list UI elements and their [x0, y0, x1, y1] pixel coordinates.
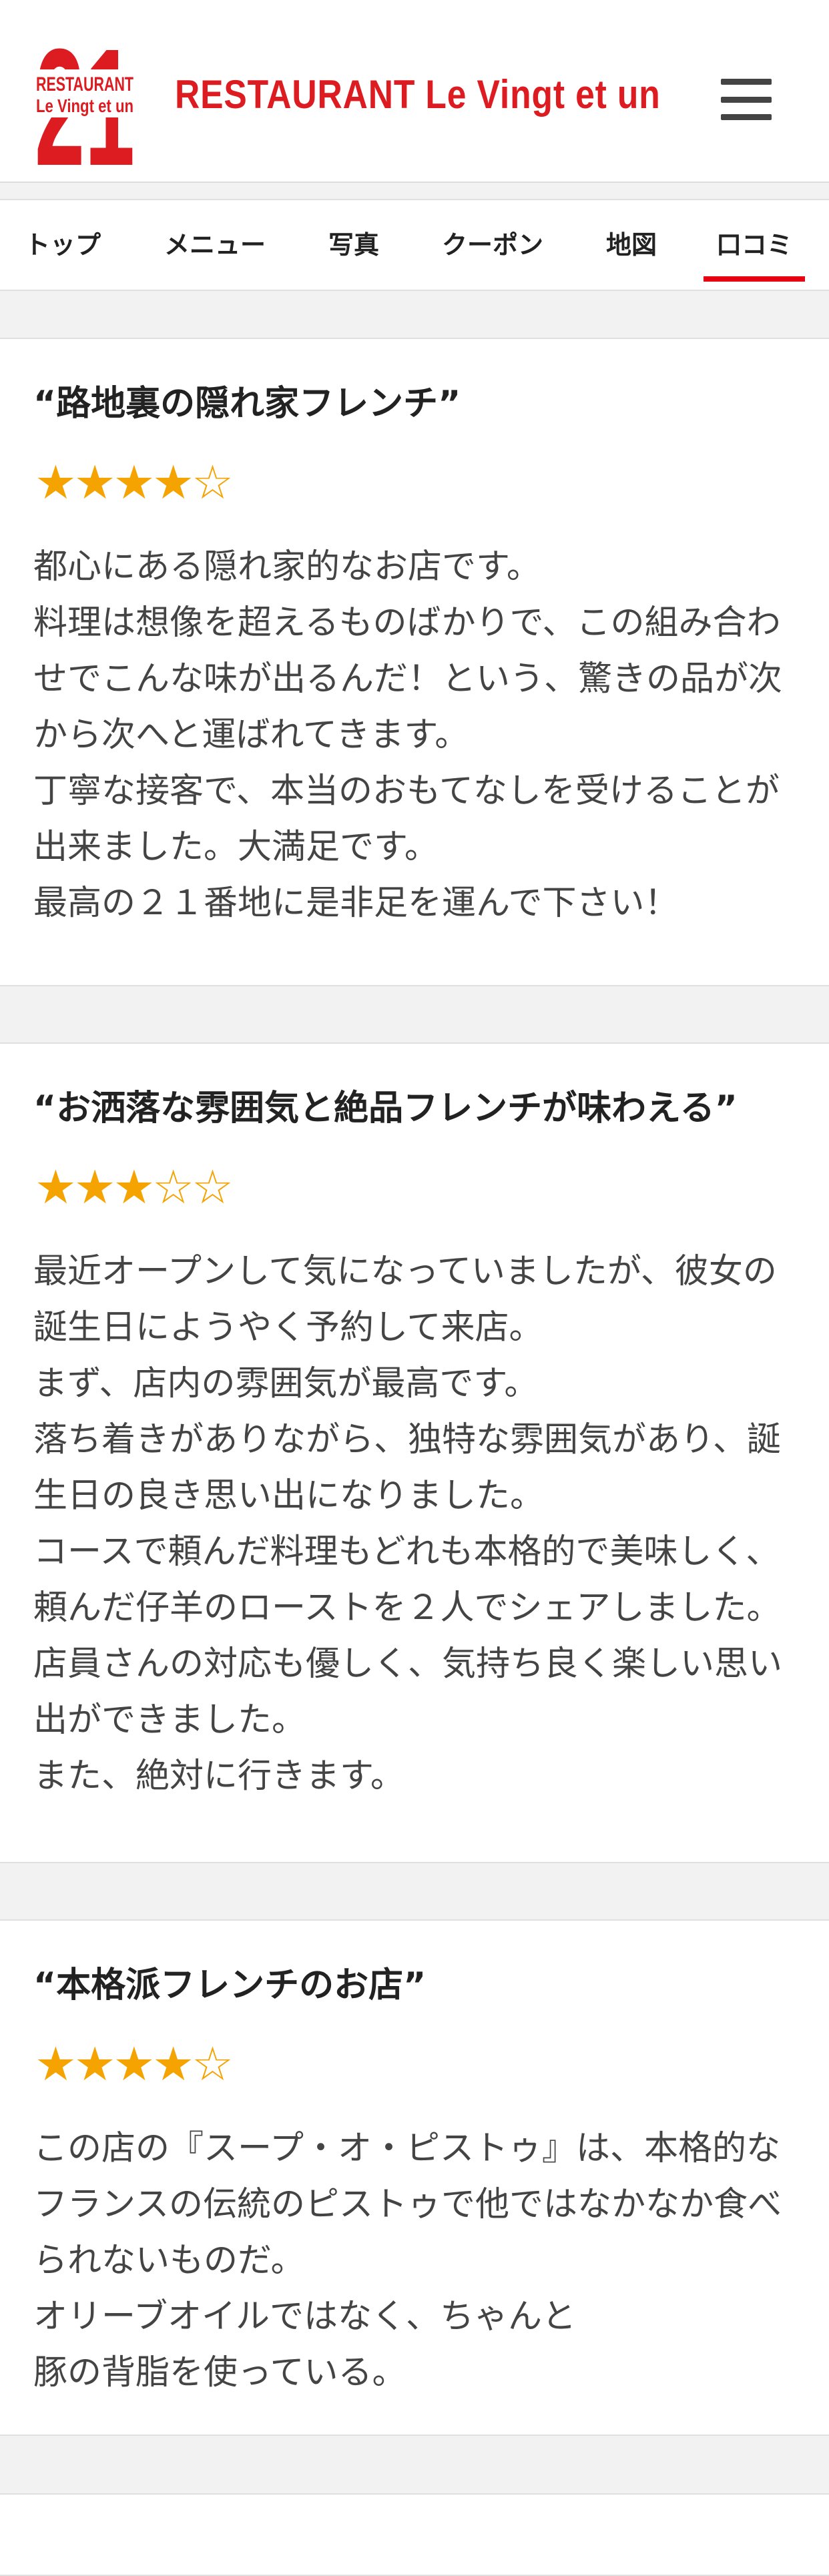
tab-top[interactable]: トップ — [24, 200, 101, 290]
star-filled-icon: ★ — [152, 455, 194, 510]
logo-line1: RESTAURANT — [36, 73, 133, 95]
tab-map[interactable]: 地図 — [603, 200, 659, 290]
brand-title[interactable]: RESTAURANT Le Vingt et un — [175, 68, 661, 121]
star-empty-icon: ☆ — [152, 1160, 194, 1215]
review-body: 最近オープンして気になっていましたが、彼女の誕生日にようやく予約して来店。 まず… — [33, 1252, 783, 1796]
star-empty-icon: ☆ — [192, 1160, 234, 1215]
review-title: “お洒落な雰囲気と絶品フレンチが味わえる” — [33, 1088, 738, 1129]
nav-tabs: トップ メニュー 写真 クーポン 地図 口コミ — [0, 199, 829, 291]
review-card: “お洒落な雰囲気と絶品フレンチが味わえる” ★★★☆☆ 最近オープンして気になっ… — [0, 1042, 829, 1863]
review-card — [0, 2493, 829, 2576]
tab-reviews[interactable]: 口コミ — [704, 200, 805, 290]
review-card: “路地裏の隠れ家フレンチ” ★★★★☆ 都心にある隠れ家的なお店です。 料理は想… — [0, 338, 829, 986]
star-filled-icon: ★ — [113, 1160, 156, 1215]
star-filled-icon: ★ — [35, 455, 77, 510]
star-filled-icon: ★ — [113, 455, 156, 510]
hamburger-menu-icon[interactable] — [721, 79, 772, 120]
star-empty-icon: ☆ — [192, 2037, 234, 2091]
star-rating: ★★★★☆ — [35, 455, 234, 510]
star-filled-icon: ★ — [73, 2037, 116, 2091]
restaurant-logo[interactable]: 21 RESTAURANT Le Vingt et un — [35, 8, 135, 172]
review-title: “路地裏の隠れ家フレンチ” — [33, 384, 461, 424]
star-filled-icon: ★ — [152, 2037, 194, 2091]
tab-coupon[interactable]: クーポン — [441, 200, 545, 290]
review-body: この店の『スープ・オ・ピストゥ』は、本格的なフランスの伝統のピストゥで他ではなか… — [33, 2129, 782, 2392]
tab-menu[interactable]: メニュー — [160, 200, 270, 290]
tab-photos[interactable]: 写真 — [327, 200, 380, 290]
review-title: “本格派フレンチのお店” — [33, 1965, 427, 2005]
review-card: “本格派フレンチのお店” ★★★★☆ この店の『スープ・オ・ピストゥ』は、本格的… — [0, 1919, 829, 2436]
star-filled-icon: ★ — [113, 2037, 156, 2091]
star-filled-icon: ★ — [35, 2037, 77, 2091]
star-filled-icon: ★ — [73, 455, 116, 510]
star-empty-icon: ☆ — [192, 455, 234, 510]
review-body: 都心にある隠れ家的なお店です。 料理は想像を超えるものばかりで、この組み合わせで… — [33, 547, 783, 923]
star-rating: ★★★★☆ — [35, 2037, 234, 2091]
site-header: 21 RESTAURANT Le Vingt et un RESTAURANT … — [0, 0, 829, 183]
star-filled-icon: ★ — [73, 1160, 116, 1215]
star-filled-icon: ★ — [35, 1160, 77, 1215]
star-rating: ★★★☆☆ — [35, 1160, 234, 1215]
logo-line2: Le Vingt et un — [36, 95, 133, 116]
